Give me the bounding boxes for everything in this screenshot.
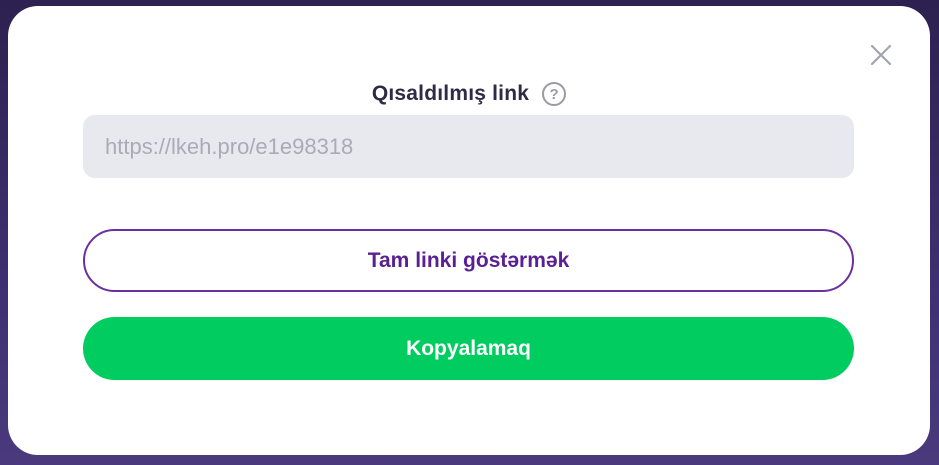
short-link-dialog: Qısaldılmış link ? Tam linki göstərmək K… [8, 6, 930, 455]
short-link-field[interactable] [83, 115, 854, 178]
close-icon[interactable] [868, 42, 894, 68]
show-full-link-button[interactable]: Tam linki göstərmək [83, 229, 854, 292]
dialog-header: Qısaldılmış link ? [8, 76, 930, 112]
question-circle-icon[interactable]: ? [542, 82, 567, 106]
copy-button[interactable]: Kopyalamaq [83, 317, 854, 380]
dialog-title: Qısaldılmış link [371, 82, 530, 105]
